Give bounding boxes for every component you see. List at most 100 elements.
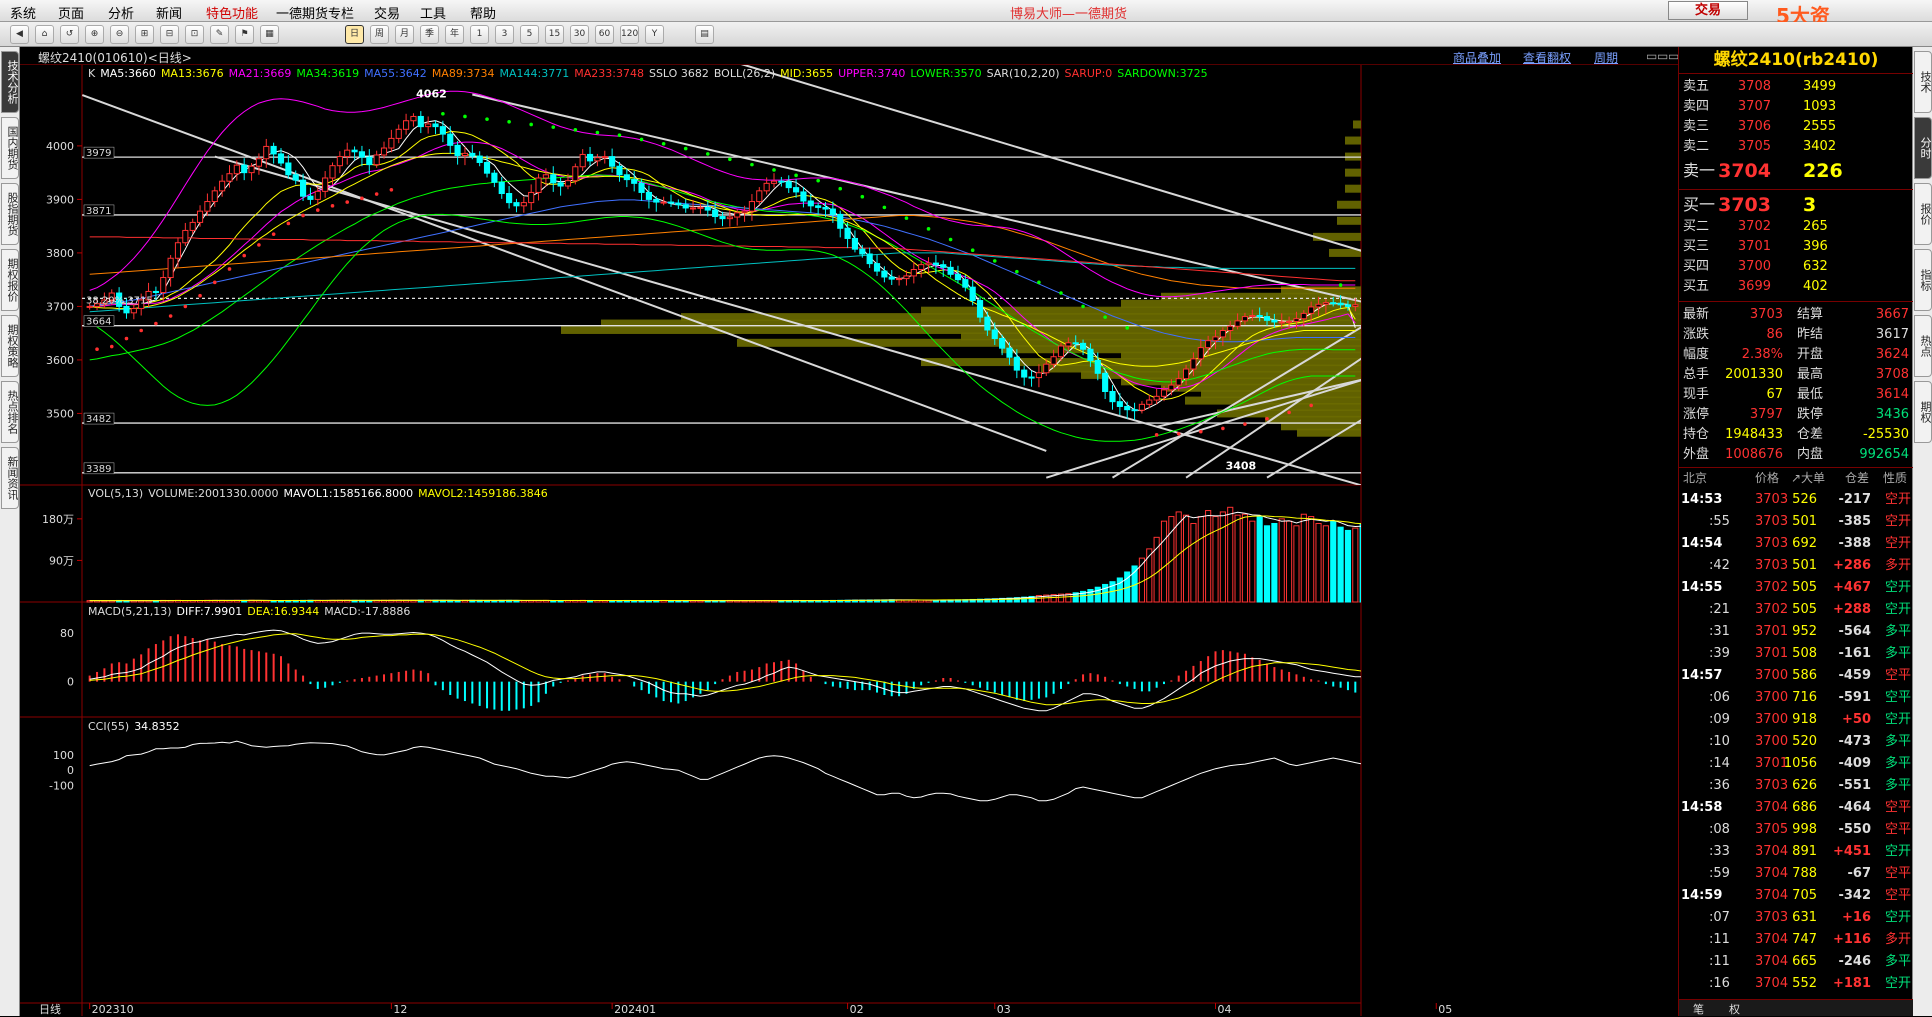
chart-link-2[interactable]: 周期	[1594, 49, 1618, 66]
tick-nature: 空开	[1884, 910, 1911, 925]
toolbar-tool-icon-5[interactable]: ⊞	[135, 25, 154, 44]
candle-body	[623, 174, 630, 181]
toolbar-tool-icon-6[interactable]: ⊟	[160, 25, 179, 44]
sar-dot	[1265, 416, 1269, 421]
menu-item-6[interactable]: 交易	[374, 3, 400, 22]
calculator-icon[interactable]: ▤	[695, 25, 714, 44]
period-button-2[interactable]: 月	[395, 25, 414, 44]
tick-time: :55	[1709, 514, 1730, 529]
menu-item-8[interactable]: 帮助	[470, 3, 496, 22]
ask-volume: 1093	[1803, 99, 1837, 114]
candle-body	[299, 179, 307, 197]
candle-body	[1102, 372, 1109, 392]
period-button-5[interactable]: 1	[470, 25, 489, 44]
tick-volume: 526	[1792, 492, 1817, 507]
period-button-6[interactable]: 3	[495, 25, 514, 44]
volume-bar	[1263, 525, 1271, 603]
ask-label: 卖四	[1683, 99, 1710, 114]
tick-price: 3702	[1755, 580, 1789, 595]
candle-body	[211, 190, 218, 203]
menu-item-2[interactable]: 分析	[108, 3, 134, 22]
period-button-3[interactable]: 季	[420, 25, 439, 44]
toolbar-tool-icon-0[interactable]: ◀	[10, 25, 29, 44]
candle-body	[682, 204, 689, 209]
candle-body	[976, 300, 984, 318]
left-tab-1[interactable]: 国内期货	[1, 117, 19, 179]
candle-body	[292, 174, 299, 181]
y-tick-label: 4000	[46, 140, 74, 153]
toolbar-tool-icon-8[interactable]: ✎	[210, 25, 229, 44]
candle-body	[557, 182, 564, 187]
volume-bar	[1308, 516, 1315, 603]
bid-volume: 3	[1803, 194, 1817, 216]
toolbar-tool-icon-3[interactable]: ⊕	[85, 25, 104, 44]
period-button-0[interactable]: 日	[345, 25, 364, 44]
right-tab-5[interactable]: 期权	[1914, 381, 1932, 443]
candle-body	[1050, 356, 1057, 365]
stat-label: 开盘	[1797, 347, 1824, 362]
sar-dot	[1059, 291, 1063, 295]
toolbar-tool-icon-4[interactable]: ⊖	[110, 25, 129, 44]
tick-nature: 多开	[1884, 558, 1911, 573]
left-tab-2[interactable]: 股指期货	[1, 183, 19, 245]
window-control-icon-1[interactable]: ▭	[1657, 49, 1668, 63]
sar-dot	[109, 344, 114, 349]
menu-item-7[interactable]: 工具	[420, 3, 446, 22]
quote-bottom-tab-1[interactable]: 权	[1729, 1001, 1740, 1017]
window-control-icon-0[interactable]: ▭	[1646, 49, 1657, 63]
bid-row: 买三 3701 396	[1679, 237, 1913, 257]
toolbar-tool-icon-9[interactable]: ⚑	[235, 25, 254, 44]
sar-dot	[992, 259, 997, 263]
right-tab-3[interactable]: 指标	[1914, 249, 1932, 311]
chart-svg[interactable]: 4062 3408 3979 3871 3664 3482 3389 38.20% 3715 3…	[20, 65, 1678, 1016]
right-tab-2[interactable]: 报价	[1914, 183, 1932, 245]
tick-nature: 多平	[1884, 624, 1911, 639]
candle-body	[233, 164, 240, 175]
candle-body	[999, 338, 1006, 349]
trade-button[interactable]: 交易	[1668, 1, 1748, 20]
period-button-10[interactable]: 60	[595, 25, 614, 44]
right-tab-4[interactable]: 热点	[1914, 315, 1932, 377]
menu-item-5[interactable]: 一德期货专栏	[276, 3, 354, 22]
left-tab-0[interactable]: 技术分析	[1, 51, 19, 113]
chart-link-0[interactable]: 商品叠加	[1453, 49, 1501, 66]
left-tab-6[interactable]: 新闻资讯	[1, 447, 19, 509]
y-tick-label: 3500	[46, 407, 74, 420]
quote-bottom-tab-0[interactable]: 笔	[1693, 1001, 1704, 1017]
period-button-4[interactable]: 年	[445, 25, 464, 44]
menu-item-3[interactable]: 新闻	[156, 3, 182, 22]
toolbar-tool-icon-1[interactable]: ⌂	[35, 25, 54, 44]
chart-area[interactable]: 4062 3408 3979 3871 3664 3482 3389 38.20% 3715 3…	[20, 65, 1678, 1016]
chart-link-1[interactable]: 查看翻权	[1523, 49, 1571, 66]
candle-body	[1330, 302, 1337, 305]
tick-time: :14	[1709, 756, 1730, 771]
menu-item-0[interactable]: 系统	[10, 3, 36, 22]
sar-dot	[1287, 410, 1291, 415]
candle-body	[447, 133, 454, 146]
tick-volume: 686	[1792, 800, 1817, 815]
left-tab-5[interactable]: 热点排名	[1, 381, 19, 443]
left-tab-4[interactable]: 期权策略	[1, 315, 19, 377]
ask-row: 卖一 3704 226	[1679, 159, 1913, 183]
volume-bar	[1146, 548, 1153, 603]
stat-label: 持仓	[1683, 427, 1710, 442]
menu-item-1[interactable]: 页面	[58, 3, 84, 22]
sar-dot	[95, 347, 99, 352]
ask-label: 卖二	[1683, 139, 1710, 154]
toolbar-tool-icon-2[interactable]: ↺	[60, 25, 79, 44]
period-button-12[interactable]: Y	[645, 25, 664, 44]
period-button-11[interactable]: 120	[620, 25, 639, 44]
toolbar-tool-icon-10[interactable]: ▦	[260, 25, 279, 44]
toolbar-tool-icon-7[interactable]: ⊡	[185, 25, 204, 44]
stat-label: 总手	[1683, 367, 1710, 382]
period-button-9[interactable]: 30	[570, 25, 589, 44]
left-tab-3[interactable]: 期权报价	[1, 249, 19, 311]
right-tab-1[interactable]: 分时	[1914, 117, 1932, 179]
period-button-8[interactable]: 15	[545, 25, 564, 44]
right-tab-0[interactable]: 技术	[1914, 51, 1932, 113]
menu-item-4[interactable]: 特色功能	[206, 3, 258, 22]
candle-body	[461, 152, 469, 157]
candle-body	[152, 290, 159, 294]
period-button-1[interactable]: 周	[370, 25, 389, 44]
period-button-7[interactable]: 5	[520, 25, 539, 44]
